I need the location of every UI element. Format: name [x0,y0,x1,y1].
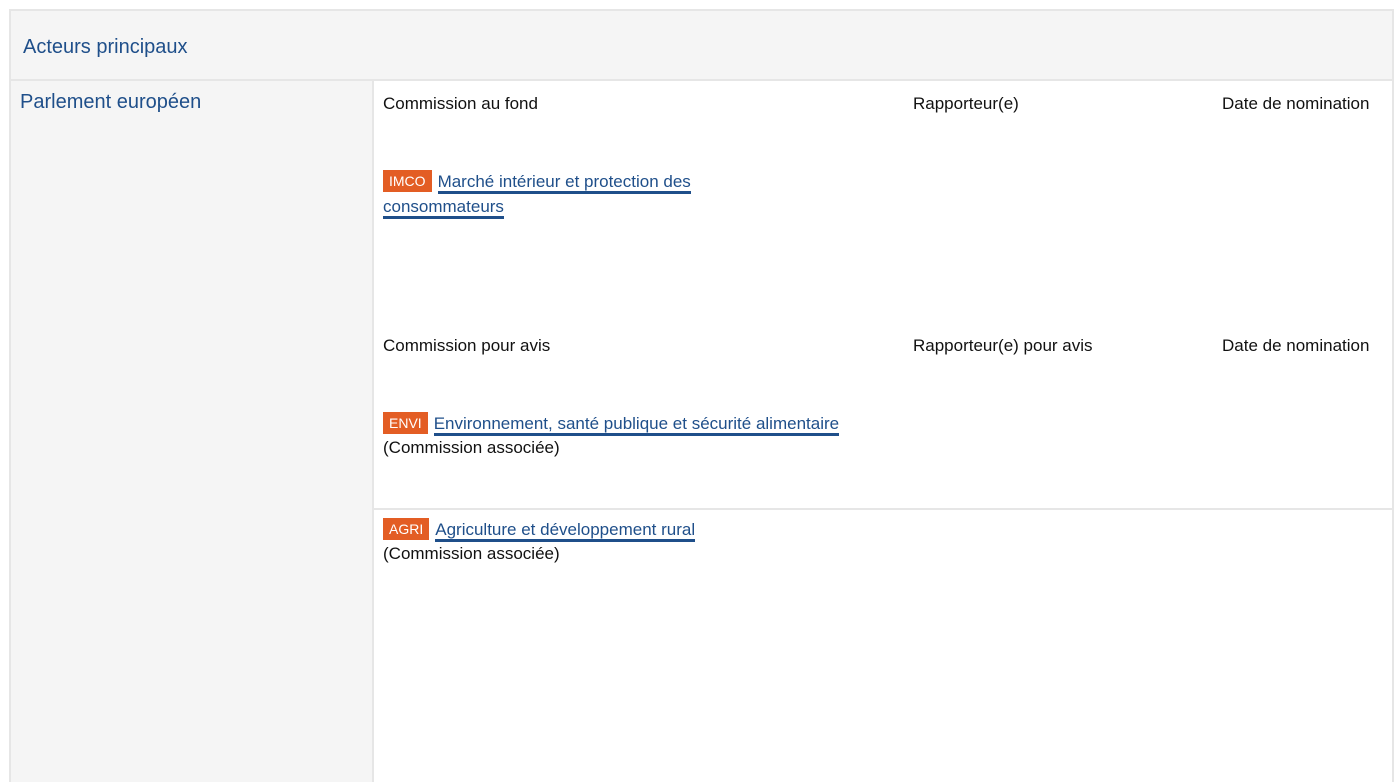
opinion-committee-header: Commission pour avis [383,336,551,355]
committee-entry-imco: IMCO Marché intérieur et protection des c… [383,169,803,219]
associated-committee-note: (Commission associée) [383,544,560,563]
lead-committee-header: Commission au fond [383,94,538,113]
institution-name: Parlement européen [20,91,202,113]
committee-code-badge: AGRI [383,518,430,540]
committee-entry-envi: ENVI Environnement, santé publique et séc… [383,411,883,460]
lead-date-header: Date de nomination [1222,94,1370,113]
panel-header: Acteurs principaux [11,11,1392,81]
committee-link-envi[interactable]: Environnement, santé publique et sécurit… [433,414,840,436]
associated-committee-note: (Commission associée) [383,438,560,457]
key-players-panel: Acteurs principaux Parlement européen Co… [9,9,1394,782]
section-title: Acteurs principaux [23,36,188,58]
committee-code-badge: ENVI [383,412,428,434]
row-separator [374,508,1392,510]
committee-entry-agri: AGRI Agriculture et développement rural (… [383,517,883,566]
committee-link-agri[interactable]: Agriculture et développement rural [435,520,696,542]
committee-code-badge: IMCO [383,170,432,192]
committees-content: Commission au fond Rapporteur(e) Date de… [374,81,1392,782]
opinion-rapporteur-header: Rapporteur(e) pour avis [913,336,1093,355]
opinion-date-header: Date de nomination [1222,336,1370,355]
lead-rapporteur-header: Rapporteur(e) [913,94,1019,113]
institution-column: Parlement européen [11,81,372,782]
